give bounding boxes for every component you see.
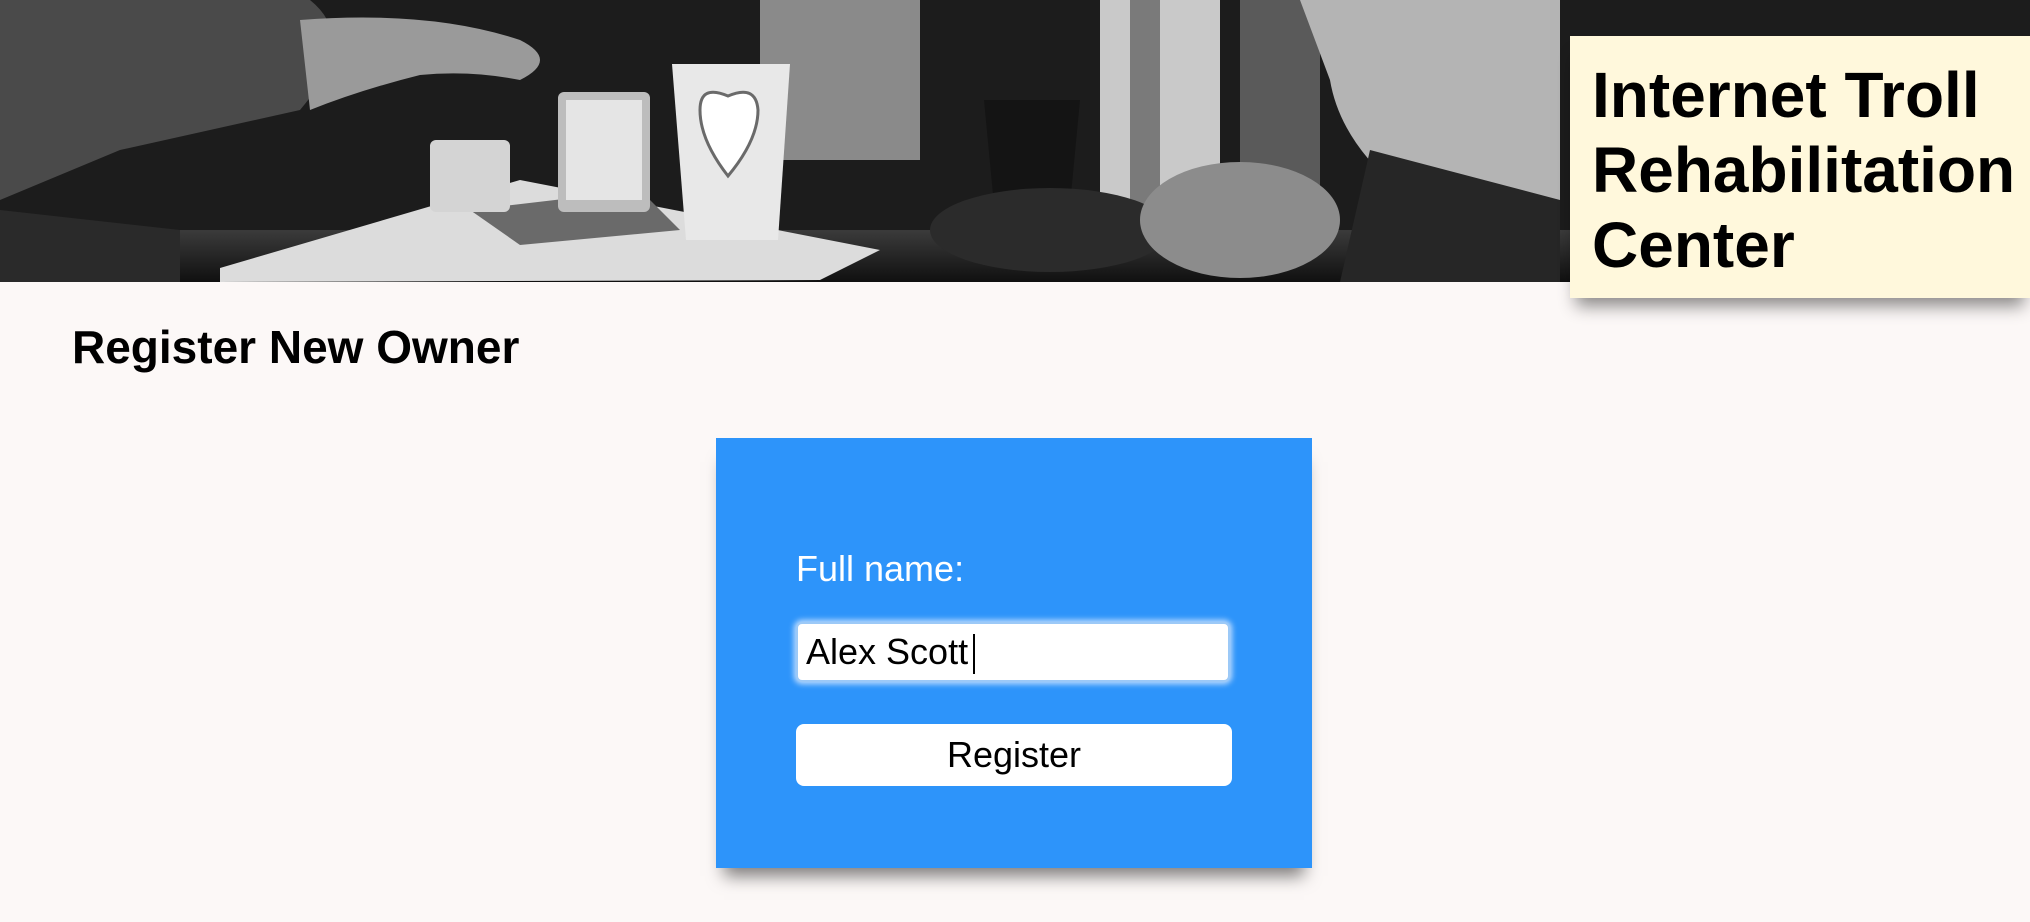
register-button[interactable]: Register <box>796 724 1232 786</box>
site-title-card: Internet Troll Rehabilitation Center <box>1570 36 2030 298</box>
register-owner-form: Full name: Register <box>716 438 1312 868</box>
page-title: Register New Owner <box>72 321 520 373</box>
full-name-input[interactable] <box>796 622 1230 682</box>
full-name-label: Full name: <box>796 548 965 589</box>
text-caret <box>973 634 975 674</box>
site-title: Internet Troll Rehabilitation Center <box>1592 59 2016 281</box>
